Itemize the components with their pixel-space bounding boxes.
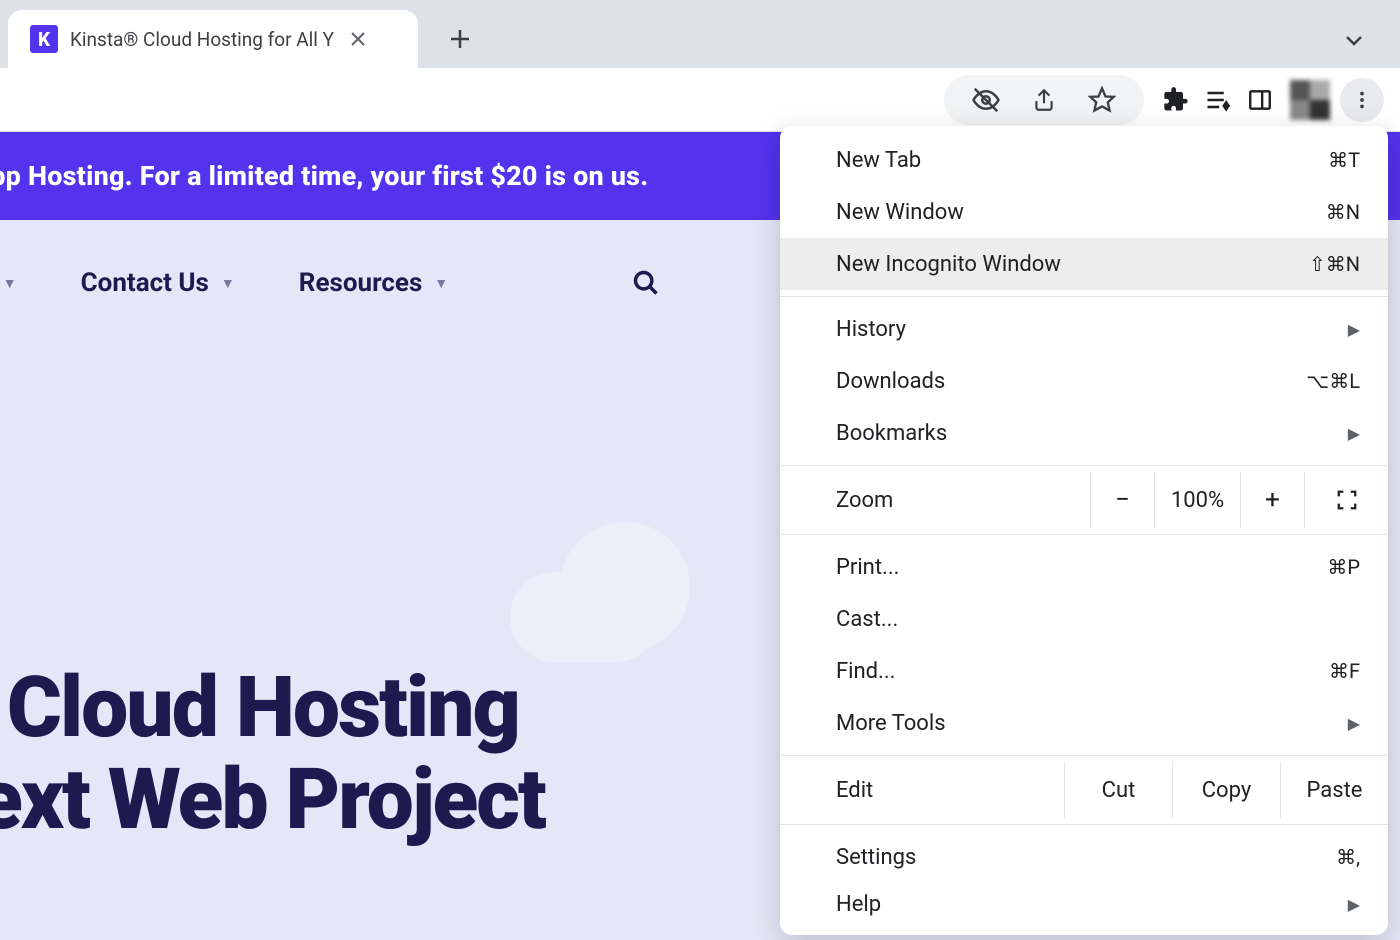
hero-heading: st Cloud Hosting Next Web Project [0, 662, 545, 847]
menu-shortcut: ⌥⌘L [1306, 369, 1360, 393]
menu-separator [780, 296, 1388, 297]
edit-copy-button[interactable]: Copy [1172, 762, 1280, 818]
menu-cast[interactable]: Cast... [780, 593, 1388, 645]
search-button[interactable] [632, 269, 660, 297]
eye-off-icon[interactable] [966, 80, 1006, 120]
menu-help[interactable]: Help ▶ [780, 883, 1388, 935]
nav-item-label: Contact Us [81, 268, 209, 298]
nav-item-partial[interactable]: ents ▼ [0, 268, 17, 298]
menu-shortcut: ⌘N [1326, 200, 1360, 224]
hero-line-1: st Cloud Hosting [0, 662, 545, 754]
edit-paste-button[interactable]: Paste [1280, 762, 1388, 818]
profile-avatar[interactable] [1290, 80, 1330, 120]
menu-separator [780, 465, 1388, 466]
menu-item-label: Print... [836, 555, 1327, 580]
menu-history[interactable]: History ▶ [780, 303, 1388, 355]
tab-title: Kinsta® Cloud Hosting for All Y [70, 28, 334, 51]
nav-item-label: Resources [299, 268, 423, 298]
omnibox-actions [944, 75, 1144, 125]
hero-line-2: Next Web Project [0, 754, 545, 846]
reading-list-icon[interactable] [1198, 80, 1238, 120]
menu-shortcut: ⌘P [1327, 555, 1360, 579]
share-icon[interactable] [1024, 80, 1064, 120]
menu-edit: Edit Cut Copy Paste [780, 762, 1388, 818]
menu-find[interactable]: Find... ⌘F [780, 645, 1388, 697]
menu-item-label: New Window [836, 200, 1326, 225]
tab-strip: K Kinsta® Cloud Hosting for All Y [0, 0, 1400, 68]
menu-new-tab[interactable]: New Tab ⌘T [780, 134, 1388, 186]
menu-separator [780, 534, 1388, 535]
menu-shortcut: ⌘, [1336, 845, 1360, 869]
chevron-down-icon: ▼ [3, 275, 17, 292]
zoom-in-button[interactable]: + [1240, 472, 1304, 528]
kebab-menu-button[interactable] [1340, 78, 1384, 122]
menu-separator [780, 755, 1388, 756]
menu-item-label: Cast... [836, 607, 1360, 632]
close-icon[interactable] [346, 27, 370, 51]
menu-item-label: More Tools [836, 711, 1348, 736]
menu-item-label: New Tab [836, 148, 1328, 173]
menu-item-label: History [836, 317, 1348, 342]
chevron-right-icon: ▶ [1348, 895, 1360, 914]
browser-menu: New Tab ⌘T New Window ⌘N New Incognito W… [780, 126, 1388, 935]
menu-item-label: Find... [836, 659, 1329, 684]
menu-item-label: Help [836, 892, 1348, 917]
star-icon[interactable] [1082, 80, 1122, 120]
edit-cut-button[interactable]: Cut [1064, 762, 1172, 818]
zoom-value: 100% [1154, 472, 1240, 528]
puzzle-icon[interactable] [1156, 80, 1196, 120]
menu-item-label: Edit [780, 778, 1064, 803]
menu-item-label: Settings [836, 845, 1336, 870]
menu-shortcut: ⌘T [1328, 148, 1360, 172]
chevron-right-icon: ▶ [1348, 714, 1360, 733]
fullscreen-button[interactable] [1304, 472, 1388, 528]
menu-item-label: Bookmarks [836, 421, 1348, 446]
chevron-down-icon: ▼ [434, 275, 448, 292]
menu-item-label: Zoom [780, 488, 1090, 513]
tab-favicon: K [30, 25, 58, 53]
cloud-decoration [510, 522, 710, 662]
menu-downloads[interactable]: Downloads ⌥⌘L [780, 355, 1388, 407]
chevron-right-icon: ▶ [1348, 424, 1360, 443]
menu-new-window[interactable]: New Window ⌘N [780, 186, 1388, 238]
chevron-right-icon: ▶ [1348, 320, 1360, 339]
menu-shortcut: ⌘F [1329, 659, 1360, 683]
browser-toolbar [0, 68, 1400, 132]
browser-tab[interactable]: K Kinsta® Cloud Hosting for All Y [8, 10, 418, 68]
menu-shortcut: ⇧⌘N [1309, 252, 1360, 276]
menu-zoom: Zoom − 100% + [780, 472, 1388, 528]
new-tab-button[interactable] [436, 15, 484, 63]
menu-bookmarks[interactable]: Bookmarks ▶ [780, 407, 1388, 459]
zoom-out-button[interactable]: − [1090, 472, 1154, 528]
menu-separator [780, 824, 1388, 825]
promo-banner-text: n App Hosting. For a limited time, your … [0, 160, 648, 192]
menu-settings[interactable]: Settings ⌘, [780, 831, 1388, 883]
tabs-dropdown-icon[interactable] [1342, 28, 1366, 56]
sidepanel-icon[interactable] [1240, 80, 1280, 120]
chevron-down-icon: ▼ [221, 275, 235, 292]
menu-item-label: Downloads [836, 369, 1306, 394]
menu-more-tools[interactable]: More Tools ▶ [780, 697, 1388, 749]
nav-item-resources[interactable]: Resources ▼ [299, 268, 448, 298]
menu-new-incognito[interactable]: New Incognito Window ⇧⌘N [780, 238, 1388, 290]
nav-item-contact[interactable]: Contact Us ▼ [81, 268, 235, 298]
menu-print[interactable]: Print... ⌘P [780, 541, 1388, 593]
menu-item-label: New Incognito Window [836, 252, 1309, 277]
